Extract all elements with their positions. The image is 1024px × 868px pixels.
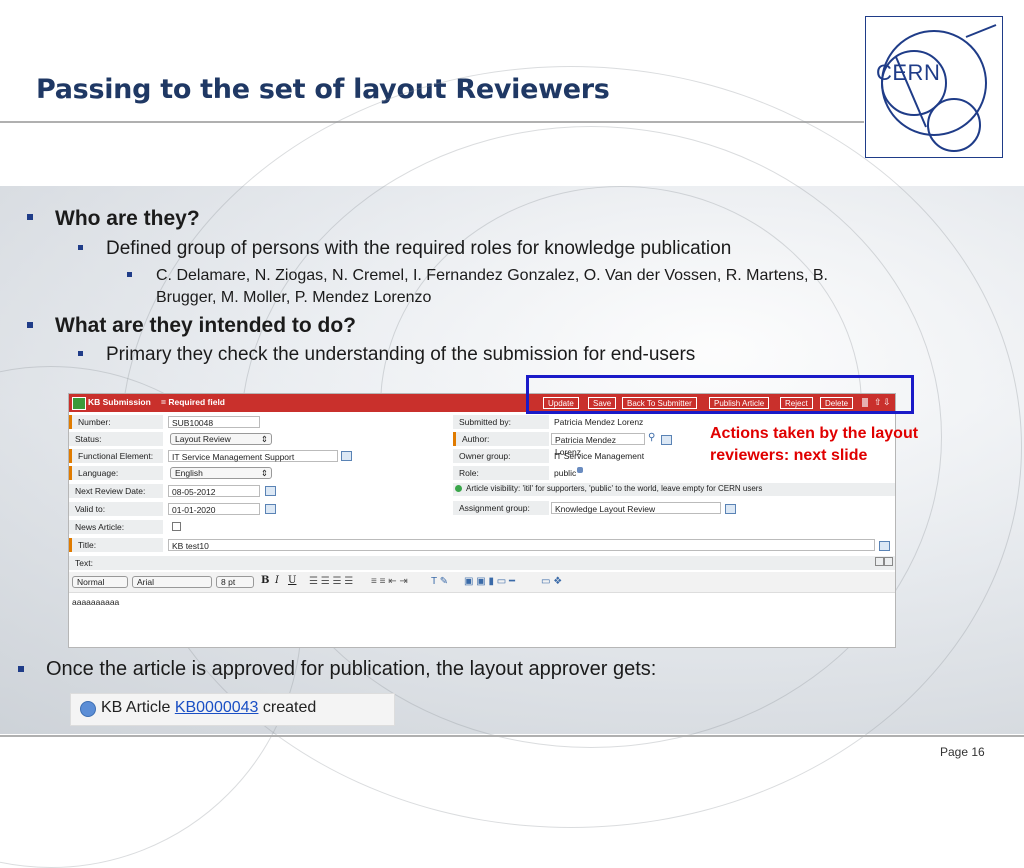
spellcheck-icon[interactable] (879, 541, 890, 551)
calendar-icon[interactable] (265, 486, 276, 496)
paragraph-style-select[interactable]: Normal (72, 576, 128, 588)
bullet-names-line2: Brugger, M. Moller, P. Mendez Lorenzo (156, 289, 432, 306)
assignment-group-field[interactable]: Knowledge Layout Review (551, 502, 721, 514)
select-arrows-icon: ⇕ (260, 434, 268, 444)
bullet-marker (18, 666, 24, 672)
collapse-icon[interactable] (875, 557, 884, 566)
valid-to-field[interactable]: 01-01-2020 (168, 503, 260, 515)
language-value: English (175, 468, 203, 478)
bullet-defined-group: Defined group of persons with the requir… (106, 238, 732, 259)
text-label: Text: (69, 556, 895, 570)
footer-divider (0, 735, 1024, 737)
visibility-help: Article visibility: 'itil' for supporter… (466, 484, 763, 493)
bullet-marker (27, 214, 33, 220)
calendar-icon[interactable] (265, 504, 276, 514)
news-article-checkbox[interactable] (172, 522, 181, 531)
text-color-icons[interactable]: T ✎ (431, 576, 448, 587)
annotation-text: Actions taken by the layout reviewers: n… (710, 423, 990, 467)
style-value: Normal (77, 577, 105, 587)
next-review-date-field[interactable]: 08-05-2012 (168, 485, 260, 497)
italic-button[interactable]: I (275, 575, 279, 586)
lookup-icon[interactable] (725, 504, 736, 514)
font-value: Arial (137, 577, 155, 587)
annotation-line1: Actions taken by the layout (710, 425, 919, 442)
bullet-marker (78, 351, 83, 356)
author-label: Author: (453, 432, 549, 446)
number-label: Number: (69, 415, 163, 429)
insert-icons[interactable]: ▣ ▣ ▮ ▭ ━ (464, 576, 515, 587)
bold-button[interactable]: B (261, 575, 269, 586)
title-label: Title: (69, 538, 163, 552)
font-select[interactable]: Arial (132, 576, 212, 588)
lookup-icon[interactable] (661, 435, 672, 445)
submitted-by-label: Submitted by: (453, 415, 549, 429)
bullet-what: What are they intended to do? (55, 314, 357, 337)
owner-group-value: IT Service Management (554, 451, 645, 461)
align-icons[interactable]: ☰ ☰ ☰ ☰ (309, 576, 353, 587)
bullet-who: Who are they? (55, 207, 200, 230)
bullet-marker (27, 322, 33, 328)
bullet-approved: Once the article is approved for publica… (46, 658, 657, 680)
title-field[interactable]: KB test10 (168, 539, 875, 551)
number-field[interactable]: SUB10048 (168, 416, 260, 428)
select-arrows-icon: ⇕ (260, 468, 268, 478)
notification-suffix: created (262, 699, 317, 716)
editor-body[interactable]: aaaaaaaaaa (72, 597, 119, 607)
kb-article-link[interactable]: KB0000043 (175, 699, 259, 716)
annotation-line2: reviewers: next slide (710, 447, 868, 464)
form-title: KB Submission (88, 397, 151, 407)
role-value: public (554, 468, 577, 478)
menu-icon[interactable] (72, 397, 86, 410)
lookup-icon[interactable] (341, 451, 352, 461)
next-review-date-label: Next Review Date: (69, 484, 163, 498)
bullet-primary: Primary they check the understanding of … (106, 344, 696, 365)
size-value: 8 pt (221, 577, 236, 587)
info-icon (80, 701, 96, 717)
notification-prefix: KB Article (101, 699, 171, 716)
news-article-label: News Article: (69, 520, 163, 534)
expand-icon[interactable] (884, 557, 893, 566)
valid-to-label: Valid to: (69, 502, 163, 516)
search-icon[interactable]: ⚲ (648, 432, 655, 443)
lock-icon (577, 467, 583, 473)
bullet-marker (78, 245, 83, 250)
actions-highlight-box (526, 375, 914, 414)
cern-logo-icon (881, 24, 997, 152)
author-field[interactable]: Patricia Mendez Lorenz (551, 433, 645, 457)
notification-text: KB Article KB0000043 created (101, 699, 316, 717)
underline-button[interactable]: U (288, 575, 296, 586)
page-number: Page 16 (940, 745, 985, 759)
required-legend: = Required field (161, 397, 225, 407)
functional-element-field[interactable]: IT Service Management Support (168, 450, 338, 462)
status-label: Status: (69, 432, 163, 446)
owner-group-label: Owner group: (453, 449, 549, 463)
list-indent-icons[interactable]: ≡ ≡ ⇤ ⇥ (371, 576, 408, 587)
visibility-row: Article visibility: 'itil' for supporter… (453, 483, 895, 496)
submitted-by-value: Patricia Mendez Lorenz (554, 417, 644, 427)
cern-logo (865, 16, 1003, 158)
misc-icons[interactable]: ▭ ❖ (541, 576, 562, 587)
functional-element-label: Functional Element: (69, 449, 163, 463)
language-select[interactable]: English ⇕ (170, 467, 272, 479)
bullet-marker (127, 272, 132, 277)
font-size-select[interactable]: 8 pt (216, 576, 254, 588)
status-value: Layout Review (175, 434, 231, 444)
check-icon (455, 485, 462, 492)
editor-toolbar: Normal Arial 8 pt B I U ☰ ☰ ☰ ☰ ≡ ≡ ⇤ ⇥ … (69, 572, 895, 593)
logo-text: CERN (876, 60, 941, 85)
bullet-names-line1: C. Delamare, N. Ziogas, N. Cremel, I. Fe… (156, 267, 828, 284)
status-select[interactable]: Layout Review ⇕ (170, 433, 272, 445)
assignment-group-label: Assignment group: (453, 501, 549, 515)
language-label: Language: (69, 466, 163, 480)
role-label: Role: (453, 466, 549, 480)
